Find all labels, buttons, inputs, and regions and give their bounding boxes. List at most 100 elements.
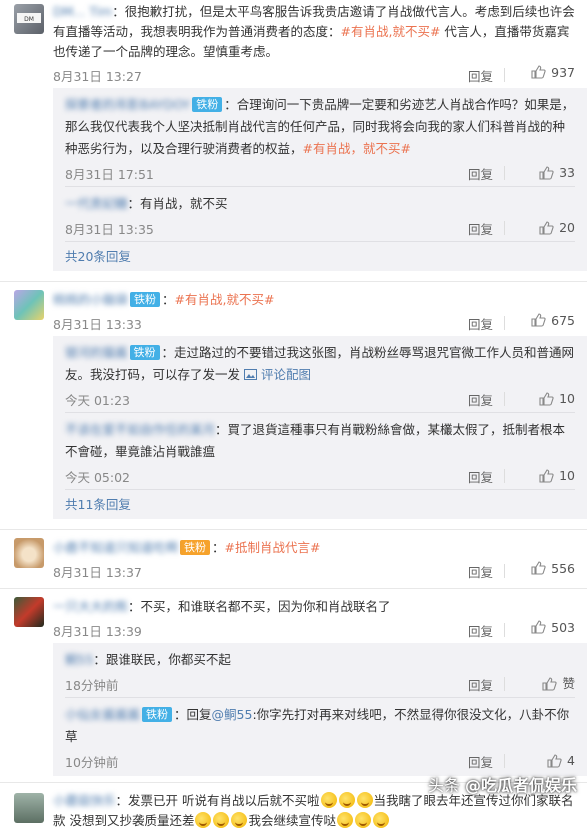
like-button[interactable]: 赞 — [541, 673, 575, 695]
comment-meta: 8月31日 13:39 回复 503 — [53, 617, 575, 643]
reply-meta: 10分钟前 回复 4 — [65, 748, 575, 774]
fan-badge: 铁粉 — [130, 292, 161, 307]
comment-meta: 8月31日 13:33 回复 675 — [53, 310, 575, 336]
reply-username[interactable]: 鲖55 — [65, 652, 93, 667]
divider — [504, 564, 505, 578]
reply-list: 银河的猫酱 铁粉 ：走过路过的不要错过我这张图，肖战粉丝辱骂退咒官微工作人员和普通网… — [53, 336, 587, 519]
username[interactable]: 小鹿不知道只知道吃啊 — [53, 540, 178, 555]
hashtag-link[interactable]: #有肖战,就不买# — [341, 24, 441, 39]
username[interactable]: 小蘑菇快乐 — [53, 793, 116, 808]
timestamp: 8月31日 13:35 — [65, 222, 154, 237]
like-button[interactable]: 10 — [538, 465, 575, 487]
like-label: 赞 — [562, 676, 575, 691]
comment-3: 小鹿不知道只知道吃啊 铁粉 ：#抵制肖战代言# 8月31日 13:37 回复 556 — [0, 530, 587, 584]
thumbs-up-icon — [539, 166, 554, 180]
more-replies-link[interactable]: 共11条回复 — [53, 490, 587, 519]
like-button[interactable]: 20 — [538, 217, 575, 239]
username[interactable]: 桃桃的小脑袋 — [53, 292, 128, 307]
reply-button[interactable]: 回复 — [468, 562, 493, 581]
like-button[interactable]: 675 — [530, 312, 575, 328]
divider — [504, 316, 505, 330]
like-count: 10 — [559, 391, 575, 406]
watermark: 头条 @吃瓜者侃娱乐 — [427, 776, 577, 795]
reply-item: 不该在爱不如自作任的某月：買了退貨這種事只有肖戰粉絲會做，某欉太假了，抵制者根本… — [53, 413, 587, 489]
grin-emoji-icon — [231, 812, 248, 828]
thumbs-up-icon — [542, 677, 558, 691]
reply-meta: 18分钟前 回复 赞 — [65, 671, 575, 697]
thumbs-up-icon — [539, 469, 554, 483]
like-button[interactable]: 4 — [546, 750, 575, 772]
grin-emoji-icon — [338, 792, 355, 808]
comment-meta: 8月31日 13:37 回复 556 — [53, 558, 575, 584]
avatar[interactable] — [14, 597, 44, 627]
more-replies-link[interactable]: 共20条回复 — [53, 242, 587, 271]
fan-badge: 铁粉 — [142, 707, 173, 722]
divider — [504, 623, 505, 637]
fan-badge: 铁粉 — [180, 540, 211, 555]
like-count: 937 — [551, 64, 575, 80]
comment-text: ：发票已开 听说有肖战以后就不买啦 — [115, 793, 320, 808]
reply-button[interactable]: 回复 — [468, 66, 493, 85]
reply-username[interactable]: 银河的猫酱 — [65, 345, 128, 360]
username[interactable]: 一只大大的熊 — [53, 599, 128, 614]
timestamp: 8月31日 13:39 — [53, 624, 142, 639]
timestamp: 18分钟前 — [65, 678, 119, 693]
reply-button[interactable]: 回复 — [468, 314, 493, 333]
reply-item: 鲖55：跟谁联民，你都买不起 18分钟前 回复 赞 — [53, 643, 587, 697]
reply-button[interactable]: 回复 — [468, 219, 493, 241]
comment-body: 桃桃的小脑袋 铁粉 ：#有肖战,就不买# — [53, 292, 275, 307]
like-button[interactable]: 556 — [530, 560, 575, 576]
reply-item: 一代贵妃糖：有肖战，就不买 8月31日 13:35 回复 20 — [53, 187, 587, 241]
grin-emoji-icon — [355, 812, 371, 828]
hashtag-link[interactable]: #抵制肖战代言# — [225, 540, 321, 555]
hashtag-link[interactable]: #有肖战，就不买# — [303, 141, 411, 156]
like-count: 556 — [551, 560, 575, 576]
reply-list: 鲖55：跟谁联民，你都买不起 18分钟前 回复 赞 小仙女酱酱酱 铁粉 ：回复@鲖5… — [53, 643, 587, 776]
thumbs-up-icon — [539, 392, 554, 406]
thumbs-up-icon — [539, 221, 554, 235]
reply-button[interactable]: 回复 — [468, 752, 493, 774]
comment-1: DM DM... Tim：很抱歉打扰，但是太平鸟客服告诉我贵店邀请了肖战做代言人… — [0, 0, 587, 271]
divider — [504, 754, 505, 768]
comment-body: 小蘑菇快乐：发票已开 听说有肖战以后就不买啦 当我瞎了眼去年还宣传过你们家联名款 … — [53, 791, 575, 831]
reply-button[interactable]: 回复 — [468, 164, 493, 186]
avatar[interactable] — [14, 538, 44, 568]
reply-meta: 8月31日 17:51 回复 33 — [65, 160, 575, 186]
like-button[interactable]: 10 — [538, 388, 575, 410]
reply-username[interactable]: 探索者的吊影BAYDOY — [65, 97, 190, 112]
reply-list: 探索者的吊影BAYDOY 铁粉 ：合理询问一下贵品牌一定要和劣迹艺人肖战合作吗？如果… — [53, 88, 587, 271]
grin-emoji-icon — [195, 812, 212, 828]
avatar[interactable]: DM — [14, 4, 44, 34]
comment-body: 小鹿不知道只知道吃啊 铁粉 ：#抵制肖战代言# — [53, 540, 321, 555]
like-button[interactable]: 503 — [530, 619, 575, 635]
reply-button[interactable]: 回复 — [468, 390, 493, 412]
like-count: 675 — [551, 312, 575, 328]
like-button[interactable]: 937 — [530, 64, 575, 80]
mention-link[interactable]: @鲖55 — [212, 707, 253, 722]
reply-button[interactable]: 回复 — [468, 621, 493, 640]
reply-meta: 今天 05:02 回复 10 — [65, 463, 575, 489]
reply-username[interactable]: 一代贵妃糖 — [65, 196, 128, 211]
reply-meta: 8月31日 13:35 回复 20 — [65, 215, 575, 241]
divider — [504, 469, 505, 483]
like-count: 20 — [559, 220, 575, 235]
reply-button[interactable]: 回复 — [468, 675, 493, 697]
username[interactable]: DM... Tim — [53, 4, 112, 19]
like-count: 33 — [559, 165, 575, 180]
comment-4: 一只大大的熊：不买，和谁联名都不买，因为你和肖战联名了 8月31日 13:39 … — [0, 589, 587, 776]
hashtag-link[interactable]: #有肖战,就不买# — [175, 292, 275, 307]
reply-username[interactable]: 不该在爱不如自作任的某月 — [65, 422, 215, 437]
avatar[interactable] — [14, 793, 44, 823]
reply-button[interactable]: 回复 — [468, 467, 493, 489]
timestamp: 今天 05:02 — [65, 470, 130, 485]
like-button[interactable]: 33 — [538, 162, 575, 184]
avatar[interactable] — [14, 290, 44, 320]
comment-text-tail: 我会继续宣传哒 — [248, 813, 336, 828]
like-count: 4 — [567, 753, 575, 768]
thumbs-up-icon — [531, 620, 546, 634]
fan-badge: 铁粉 — [192, 97, 223, 112]
divider — [504, 677, 505, 691]
comment-image-link[interactable]: 评论配图 — [244, 367, 311, 382]
reply-username[interactable]: 小仙女酱酱酱 — [65, 707, 140, 722]
grin-emoji-icon — [337, 812, 353, 828]
